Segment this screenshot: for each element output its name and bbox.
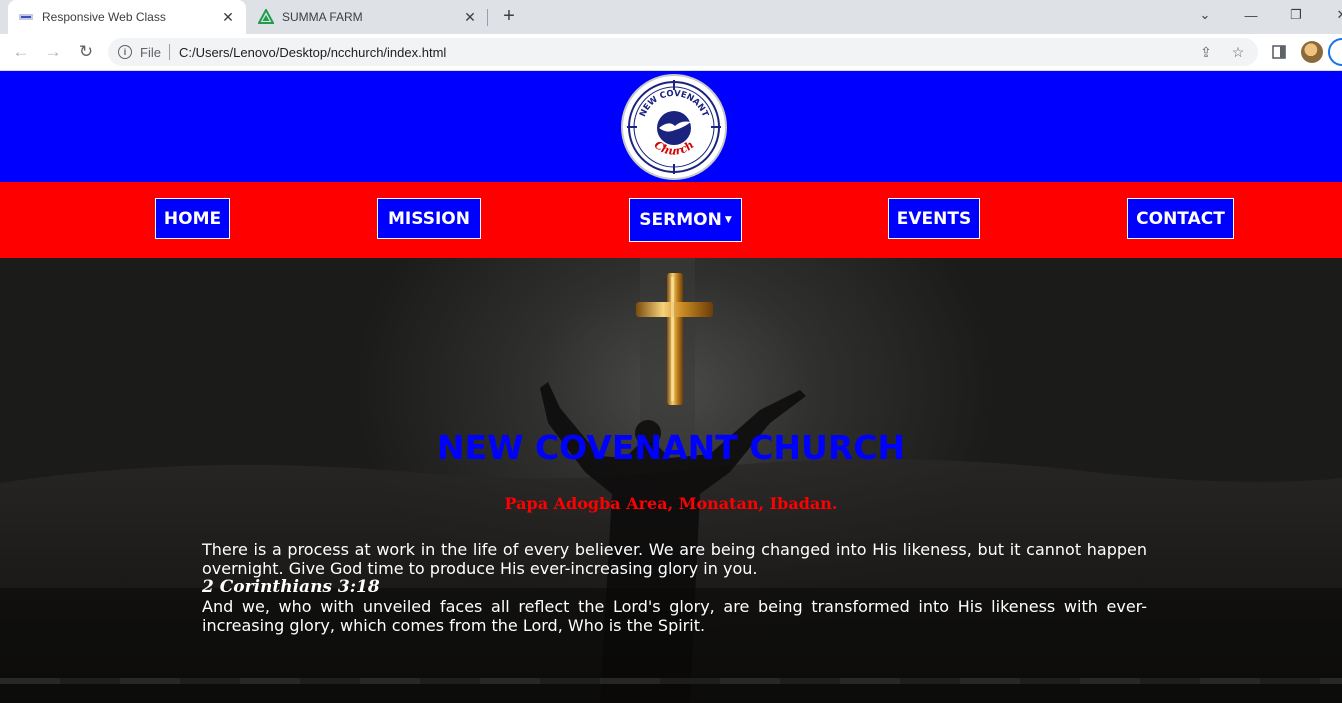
nav-mission-label: MISSION xyxy=(388,208,470,229)
forward-arrow-icon[interactable]: → xyxy=(41,40,65,64)
share-icon[interactable]: ⇪ xyxy=(1194,44,1218,61)
nav-contact-label: CONTACT xyxy=(1136,208,1225,229)
restore-icon[interactable]: ❐ xyxy=(1274,0,1318,30)
site-header: NEW COVENANT Church xyxy=(0,71,1342,182)
scripture-reference: 2 Corinthians 3:18 xyxy=(202,577,380,597)
hero-paragraph-1: There is a process at work in the life o… xyxy=(202,540,1147,578)
hero-background-image xyxy=(0,258,1342,703)
browser-toolbar: ← → ↻ i File C:/Users/Lenovo/Desktop/ncc… xyxy=(0,34,1342,71)
side-panel-icon[interactable] xyxy=(1267,40,1291,64)
tab-summa-farm[interactable]: SUMMA FARM ✕ xyxy=(248,0,488,34)
info-icon[interactable]: i xyxy=(118,45,132,59)
tab-title: SUMMA FARM xyxy=(282,10,363,24)
close-window-icon[interactable]: ✕ xyxy=(1320,0,1342,30)
church-logo[interactable]: NEW COVENANT Church xyxy=(621,74,727,180)
nav-sermon[interactable]: SERMON ▼ xyxy=(629,198,742,242)
church-title: NEW COVENANT CHURCH xyxy=(436,428,906,467)
main-navigation: HOME MISSION SERMON ▼ EVENTS CONTACT xyxy=(0,182,1342,258)
tab-separator xyxy=(487,9,488,26)
web-page: NEW COVENANT Church HOME MISSION SERMON … xyxy=(0,71,1342,703)
nav-events[interactable]: EVENTS xyxy=(888,198,980,239)
hero-section: NEW COVENANT CHURCH Papa Adogba Area, Mo… xyxy=(0,258,1342,703)
tab-search-chevron-icon[interactable]: ⌄ xyxy=(1183,0,1227,30)
back-arrow-icon[interactable]: ← xyxy=(9,40,33,64)
responsive-class-favicon-icon xyxy=(18,9,34,25)
nav-events-label: EVENTS xyxy=(896,208,972,229)
new-tab-plus-icon[interactable]: + xyxy=(498,6,520,28)
scheme-label: File xyxy=(140,44,161,60)
nav-contact[interactable]: CONTACT xyxy=(1127,198,1234,239)
address-bar[interactable]: i File C:/Users/Lenovo/Desktop/ncchurch/… xyxy=(108,38,1258,66)
nav-home-label: HOME xyxy=(163,208,222,229)
church-address: Papa Adogba Area, Monatan, Ibadan. xyxy=(504,494,838,513)
hero-paragraph-2: And we, who with unveiled faces all refl… xyxy=(202,597,1147,635)
minimize-icon[interactable]: — xyxy=(1229,0,1273,30)
summa-farm-favicon-icon xyxy=(258,9,274,25)
nav-home[interactable]: HOME xyxy=(155,198,230,239)
tab-responsive-web-class[interactable]: Responsive Web Class ✕ xyxy=(8,0,246,34)
dropdown-caret-icon: ▼ xyxy=(724,215,732,225)
close-tab-icon[interactable]: ✕ xyxy=(462,9,478,25)
close-tab-icon[interactable]: ✕ xyxy=(220,9,236,25)
nav-sermon-label: SERMON xyxy=(639,210,722,230)
reload-icon[interactable]: ↻ xyxy=(74,40,98,64)
hero-bottom-strip xyxy=(0,678,1342,684)
profile-button-ring[interactable] xyxy=(1328,38,1342,66)
nav-mission[interactable]: MISSION xyxy=(377,198,481,239)
url-text[interactable]: C:/Users/Lenovo/Desktop/ncchurch/index.h… xyxy=(179,45,1194,60)
bookmark-star-icon[interactable]: ☆ xyxy=(1226,44,1250,61)
browser-tab-bar: Responsive Web Class ✕ SUMMA FARM ✕ + ⌄ … xyxy=(0,0,1342,34)
hero-scripture-text: There is a process at work in the life o… xyxy=(202,540,1147,635)
tab-title: Responsive Web Class xyxy=(42,10,166,24)
profile-avatar[interactable] xyxy=(1301,41,1323,63)
address-divider xyxy=(168,44,170,60)
